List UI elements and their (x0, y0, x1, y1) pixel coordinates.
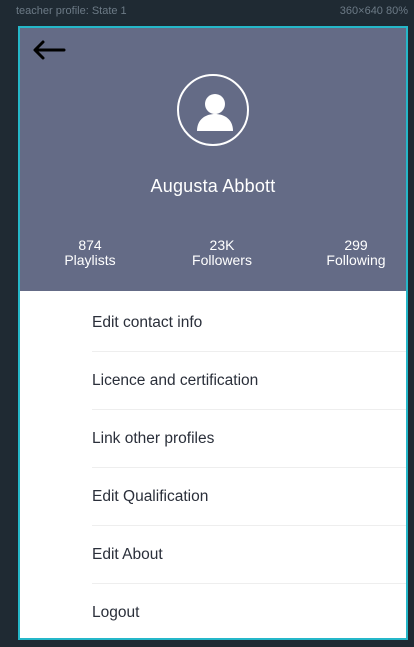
menu-item-label: Link other profiles (92, 430, 215, 447)
stat-value: 299 (344, 237, 368, 253)
stat-value: 23K (209, 237, 235, 253)
menu-item-label: Edit Qualification (92, 488, 209, 505)
menu-item-edit-about[interactable]: Edit About (92, 526, 406, 584)
menu-item-edit-contact-info[interactable]: Edit contact info (92, 294, 406, 352)
stat-label: Followers (192, 251, 252, 268)
profile-stats: 874 Playlists 23K Followers 299 Followin… (20, 238, 406, 288)
stat-label: Playlists (64, 251, 116, 268)
menu-item-label: Edit About (92, 546, 163, 563)
menu-item-link-other-profiles[interactable]: Link other profiles (92, 410, 406, 468)
stat-label: Following (326, 251, 386, 268)
stat-playlists: 874 Playlists (35, 238, 145, 267)
menu-item-logout[interactable]: Logout (92, 584, 406, 638)
mobile-frame: Augusta Abbott 874 Playlists 23K Followe… (18, 26, 408, 640)
menu-item-licence-certification[interactable]: Licence and certification (92, 352, 406, 410)
stat-value: 874 (78, 237, 102, 253)
stat-followers: 23K Followers (167, 238, 277, 267)
profile-menu: Edit contact info Licence and certificat… (20, 291, 406, 638)
artboard-name: teacher profile: State 1 (16, 5, 127, 17)
avatar (177, 74, 249, 146)
menu-item-label: Edit contact info (92, 314, 203, 331)
profile-name: Augusta Abbott (150, 176, 276, 196)
stat-following: 299 Following (301, 237, 406, 268)
menu-item-label: Logout (92, 604, 140, 621)
artboard-meta: 360×640 80% (339, 5, 408, 17)
artboard-header: teacher profile: State 1 360×640 80% (0, 0, 414, 22)
menu-item-edit-qualification[interactable]: Edit Qualification (92, 468, 406, 526)
menu-item-label: Licence and certification (92, 372, 259, 389)
back-button[interactable] (28, 36, 68, 64)
arrow-left-icon (33, 40, 66, 60)
profile-header: Augusta Abbott 874 Playlists 23K Followe… (20, 28, 406, 291)
user-avatar-icon (197, 94, 233, 131)
